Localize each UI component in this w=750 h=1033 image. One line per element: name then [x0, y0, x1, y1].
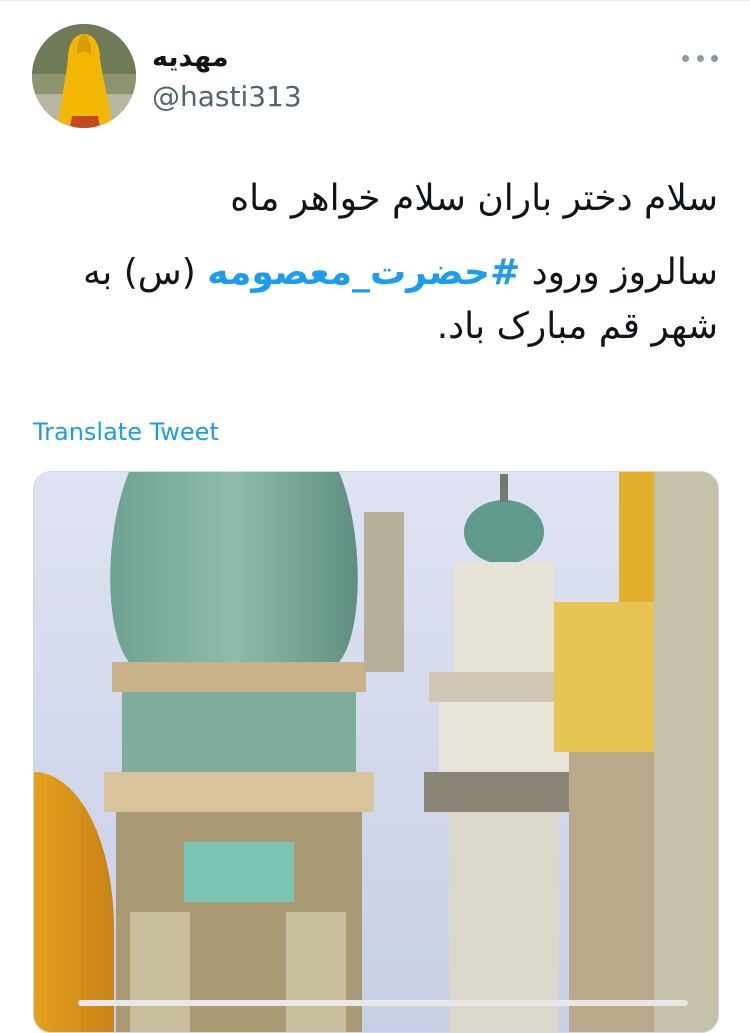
dot — [711, 54, 718, 62]
top-divider — [0, 0, 750, 1]
tweet-media-image[interactable] — [33, 471, 719, 1033]
hashtag-link[interactable]: #حضرت_معصومه — [207, 252, 520, 293]
shrine-minarets-image — [34, 472, 718, 1032]
avatar-image — [32, 24, 136, 128]
more-dots-icon[interactable] — [682, 46, 718, 70]
author-handle[interactable]: @hasti313 — [152, 80, 302, 113]
dot — [682, 54, 689, 62]
tweet-line-2: سالروز ورود #حضرت_معصومه (س) به شهر قم م… — [28, 246, 718, 354]
dot — [696, 54, 704, 62]
author-avatar[interactable] — [32, 24, 136, 128]
tweet-line-2-start: سالروز ورود — [531, 252, 718, 293]
translate-tweet-link[interactable]: Translate Tweet — [33, 418, 219, 446]
tweet-line-1: سلام دختر باران سلام خواهر ماه — [230, 178, 718, 219]
author-display-name[interactable]: مهدیه — [152, 42, 229, 73]
tweet-text: سلام دختر باران سلام خواهر ماه سالروز ور… — [28, 172, 718, 374]
